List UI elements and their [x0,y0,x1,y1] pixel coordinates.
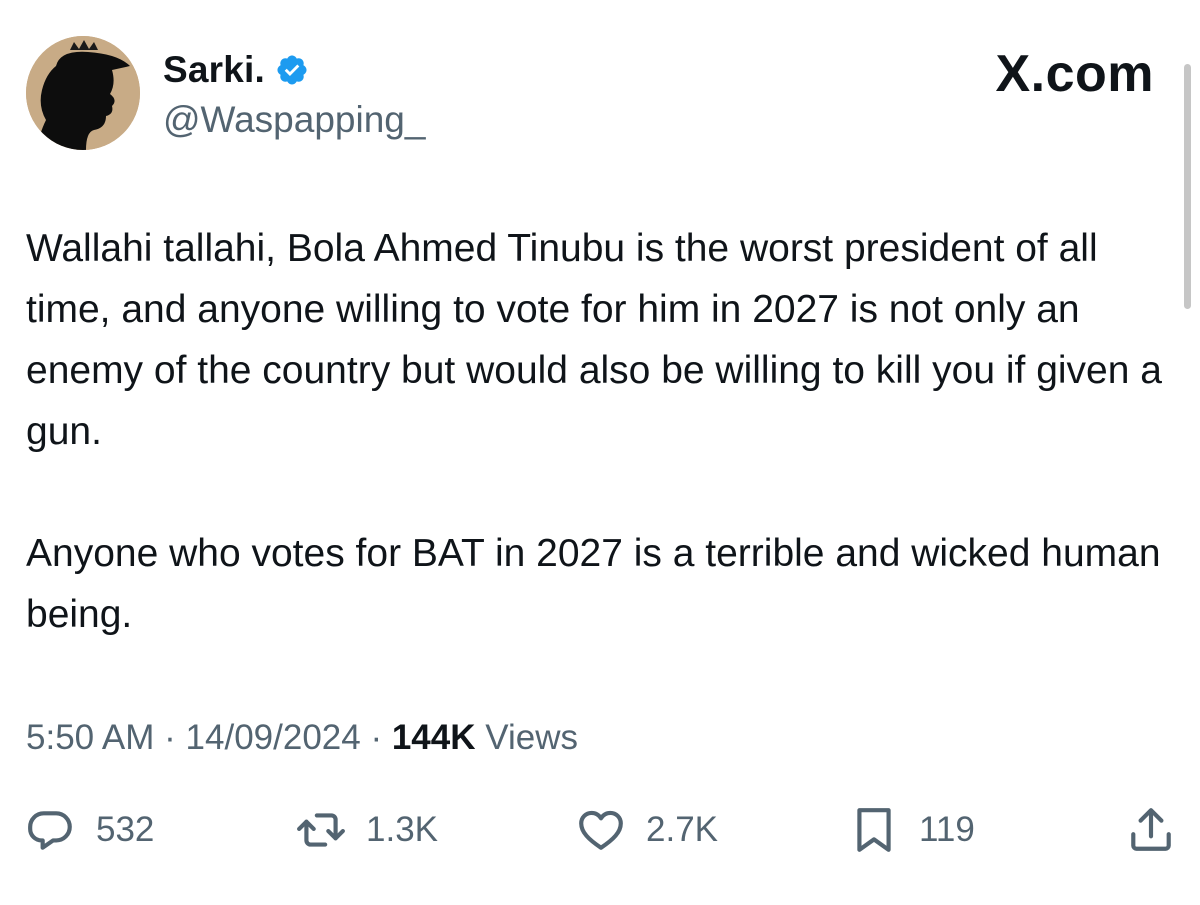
tweet-text: Wallahi tallahi, Bola Ahmed Tinubu is th… [26,218,1176,645]
share-icon [1126,805,1176,855]
meta-separator: · [164,718,176,757]
repost-button[interactable]: 1.3K [296,800,438,860]
display-name[interactable]: Sarki. [163,49,265,91]
avatar[interactable] [26,36,140,150]
repost-count: 1.3K [366,810,438,849]
meta-separator: · [370,718,383,757]
tweet-meta: 5:50 AM · 14/09/2024 · 144K Views [26,714,578,762]
author-handle[interactable]: @Waspapping_ [163,96,425,144]
verified-badge-icon [275,53,309,87]
share-button[interactable] [1126,800,1176,860]
bookmark-count: 119 [919,810,975,849]
like-button[interactable]: 2.7K [576,800,718,860]
scrollbar[interactable] [1184,64,1191,309]
bookmark-button[interactable]: 119 [849,800,975,860]
reply-icon [26,805,76,855]
tweet-date[interactable]: 14/09/2024 [186,718,361,757]
tweet-paragraph: Wallahi tallahi, Bola Ahmed Tinubu is th… [26,227,1162,453]
avatar-silhouette-icon [26,36,140,150]
action-bar: 532 1.3K 2.7K 119 [26,800,1176,860]
reply-button[interactable]: 532 [26,800,154,860]
bookmark-icon [849,805,899,855]
repost-icon [296,805,346,855]
heart-icon [576,805,626,855]
reply-count: 532 [96,810,155,849]
views-label: Views [485,718,578,757]
like-count: 2.7K [646,810,718,849]
tweet-time[interactable]: 5:50 AM [26,718,154,757]
views-count[interactable]: 144K [392,718,476,757]
brand-watermark: X.com [995,45,1154,103]
tweet-paragraph: Anyone who votes for BAT in 2027 is a te… [26,532,1161,636]
author-name-row[interactable]: Sarki. [163,46,309,94]
